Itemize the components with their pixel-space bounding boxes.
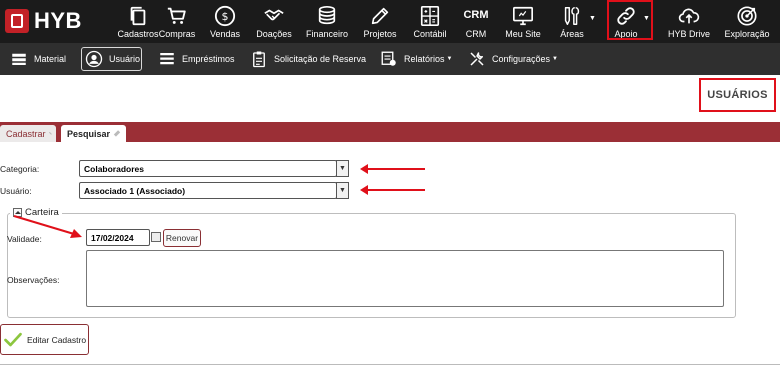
tab-label: Cadastrar bbox=[6, 128, 46, 139]
report-icon bbox=[381, 51, 396, 66]
dollar-icon: $ bbox=[214, 5, 236, 27]
observacoes-label: Observações: bbox=[7, 275, 60, 285]
coins-icon bbox=[318, 6, 336, 25]
nav-label: Projetos bbox=[363, 29, 397, 39]
usuario-value: Associado 1 (Associado) bbox=[84, 185, 186, 196]
check-icon bbox=[4, 332, 22, 346]
nav-label: Áreas bbox=[560, 29, 584, 39]
page-title-box: USUÁRIOS bbox=[699, 78, 776, 112]
editar-cadastro-button[interactable]: Editar Cadastro bbox=[0, 324, 89, 355]
subnav-usuario[interactable]: Usuário bbox=[85, 43, 140, 75]
renovar-label: Renovar bbox=[165, 233, 199, 243]
pencil-icon bbox=[371, 7, 389, 25]
nav-label: Financeiro bbox=[305, 29, 349, 39]
cloud-upload-icon bbox=[678, 8, 700, 24]
nav-compras[interactable]: Compras bbox=[157, 0, 197, 43]
top-navbar: HYB Cadastros Compras $ Vendas Doações F… bbox=[0, 0, 780, 43]
svg-text:$: $ bbox=[222, 10, 229, 23]
nav-contabil[interactable]: Contábil bbox=[410, 0, 450, 43]
nav-label: Cadastros bbox=[117, 29, 159, 39]
copy-icon bbox=[130, 6, 146, 26]
cart-icon bbox=[167, 7, 186, 24]
arrow-head bbox=[360, 185, 368, 195]
nav-meu-site[interactable]: Meu Site bbox=[503, 0, 543, 43]
pencil-icon bbox=[48, 132, 51, 135]
crm-icon: CRM bbox=[463, 9, 489, 21]
page-title: USUÁRIOS bbox=[707, 89, 768, 101]
annotation-arrow bbox=[363, 189, 425, 191]
validade-input[interactable]: 17/02/2024 bbox=[86, 229, 150, 246]
subnav-label: Configurações bbox=[492, 54, 551, 64]
subnav-configuracoes[interactable]: Configurações ▼ bbox=[468, 43, 558, 75]
renovar-button[interactable]: Renovar bbox=[163, 229, 201, 247]
nav-label: Contábil bbox=[413, 29, 447, 39]
nav-vendas[interactable]: $ Vendas bbox=[206, 0, 244, 43]
handshake-icon bbox=[264, 9, 284, 21]
target-icon bbox=[737, 6, 757, 26]
monitor-icon bbox=[513, 6, 533, 26]
pencil-icon bbox=[113, 130, 121, 137]
user-icon bbox=[85, 50, 103, 68]
annotation-arrow bbox=[363, 168, 425, 170]
categoria-label: Categoria: bbox=[0, 164, 40, 174]
categoria-value: Colaboradores bbox=[84, 163, 144, 174]
divider bbox=[0, 364, 780, 365]
usuario-select[interactable]: Associado 1 (Associado) ▼ bbox=[79, 182, 349, 199]
subnav-solicitacao-reserva[interactable]: Solicitação de Reserva bbox=[250, 43, 366, 75]
subnav-label: Relatórios bbox=[404, 54, 445, 64]
nav-areas[interactable]: Áreas bbox=[557, 0, 587, 43]
logo-text: HYB bbox=[34, 8, 82, 33]
nav-label: Meu Site bbox=[505, 29, 541, 39]
observacoes-textarea[interactable] bbox=[86, 250, 724, 307]
nav-exploracao[interactable]: Exploração bbox=[722, 0, 772, 43]
subnav-material[interactable]: Material bbox=[10, 43, 66, 75]
material-icon bbox=[12, 53, 26, 65]
nav-doacoes[interactable]: Doações bbox=[252, 0, 296, 43]
nav-label: Compras bbox=[158, 29, 196, 39]
logo-icon bbox=[5, 9, 29, 33]
nav-label: Exploração bbox=[724, 29, 770, 39]
subnav-label: Empréstimos bbox=[182, 54, 235, 64]
validade-label: Validade: bbox=[7, 234, 42, 244]
nav-hyb-drive[interactable]: HYB Drive bbox=[666, 0, 712, 43]
edit-button-label: Editar Cadastro bbox=[27, 334, 87, 345]
chevron-down-icon: ▼ bbox=[589, 15, 596, 22]
list-icon bbox=[160, 53, 174, 65]
tab-pesquisar[interactable]: Pesquisar bbox=[61, 125, 126, 142]
nav-label: Doações bbox=[256, 29, 292, 39]
subnav-label: Usuário bbox=[109, 54, 141, 64]
sub-navbar: Material Usuário Empréstimos Solicitação… bbox=[0, 43, 780, 75]
highlight-box-apoio bbox=[607, 0, 653, 40]
nav-crm[interactable]: CRM CRM bbox=[461, 0, 491, 43]
tab-label: Pesquisar bbox=[67, 128, 111, 139]
nav-label: CRM bbox=[465, 29, 487, 39]
subnav-relatorios[interactable]: Relatórios ▼ bbox=[380, 43, 452, 75]
subnav-label: Solicitação de Reserva bbox=[274, 54, 367, 64]
usuario-label: Usuário: bbox=[0, 186, 32, 196]
nav-cadastros[interactable]: Cadastros bbox=[116, 0, 160, 43]
nav-label: HYB Drive bbox=[667, 29, 710, 39]
subnav-label: Material bbox=[34, 54, 67, 64]
calendar-icon[interactable] bbox=[151, 232, 161, 242]
chevron-down-icon: ▼ bbox=[446, 56, 453, 62]
chevron-down-icon: ▼ bbox=[552, 56, 558, 62]
nav-projetos[interactable]: Projetos bbox=[361, 0, 399, 43]
chevron-down-icon[interactable]: ▼ bbox=[336, 160, 349, 177]
calculator-icon bbox=[420, 6, 440, 26]
hyb-logo[interactable]: HYB bbox=[5, 8, 82, 34]
arrow-head bbox=[360, 164, 368, 174]
tab-cadastrar[interactable]: Cadastrar bbox=[0, 125, 56, 142]
nav-financeiro[interactable]: Financeiro bbox=[304, 0, 350, 43]
clipboard-icon bbox=[253, 51, 265, 68]
wrench-icon bbox=[470, 52, 484, 66]
chevron-down-icon[interactable]: ▼ bbox=[336, 182, 349, 199]
tools-icon bbox=[564, 7, 580, 25]
categoria-select[interactable]: Colaboradores ▼ bbox=[79, 160, 349, 177]
subnav-emprestimos[interactable]: Empréstimos bbox=[158, 43, 235, 75]
validade-value: 17/02/2024 bbox=[91, 232, 134, 243]
nav-label: Vendas bbox=[209, 29, 241, 39]
